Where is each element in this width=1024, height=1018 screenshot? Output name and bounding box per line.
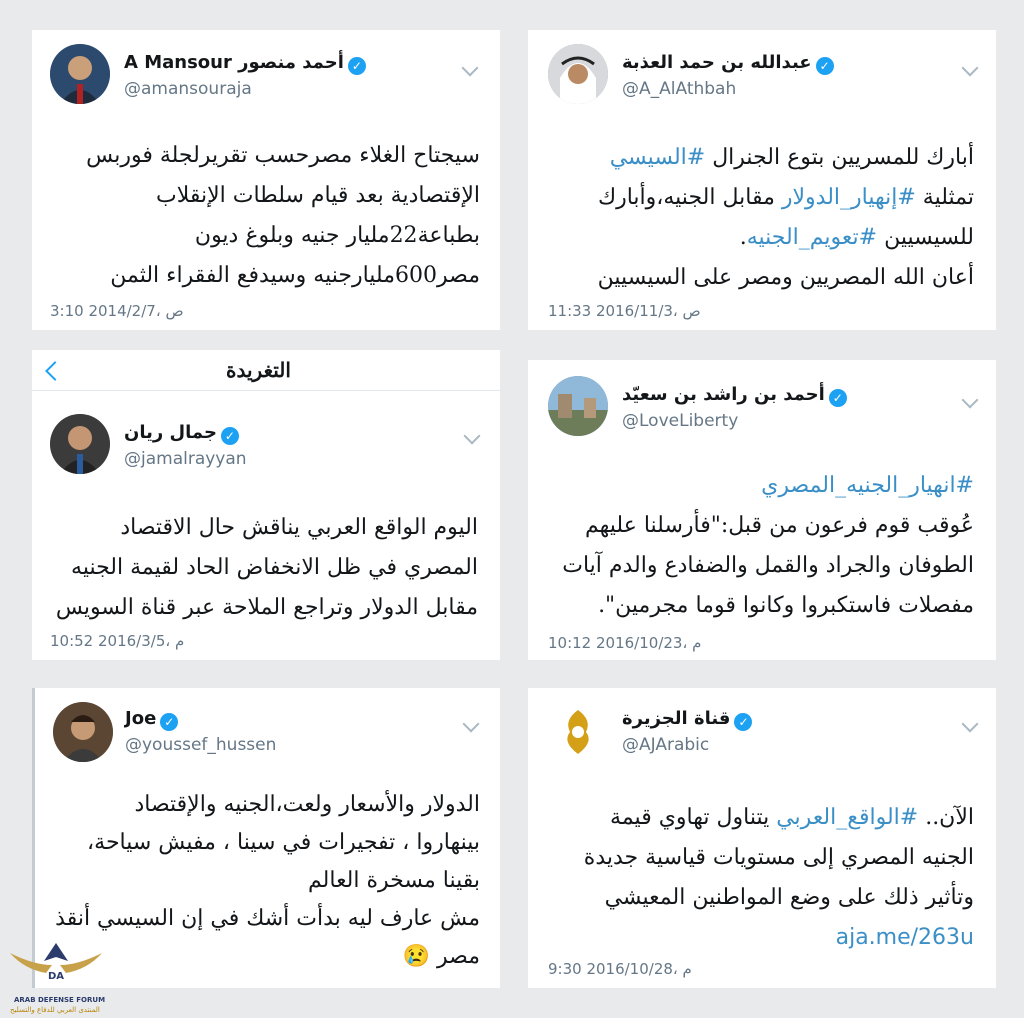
author-name[interactable]: قناة الجزيرة [622,708,730,729]
tweet-header: Joe ✓ @youssef_hussen [125,708,276,755]
verified-badge-icon: ✓ [220,427,239,445]
svg-text:DA: DA [48,971,64,982]
chevron-down-icon[interactable] [961,59,979,77]
tweet-line: سيجتاح الغلاء مصرحسب تقريرلجلة فوربس [86,143,480,168]
avatar[interactable] [50,414,110,474]
verified-badge-icon: ✓ [347,57,366,75]
tweet-card-alathbah[interactable]: عبدالله بن حمد العذبة ✓ @A_AlAthbah أبارك… [528,30,996,330]
tweet-text: الدولار والأسعار ولعت،الجنيه والإقتصاد ب… [40,786,480,976]
tweet-line: اليوم الواقع العربي يناقش حال الاقتصاد [120,515,478,540]
tweet-line: الطوفان والجراد والقمل والضفادع والدم آي… [562,553,974,578]
avatar[interactable] [548,702,608,762]
avatar[interactable] [548,44,608,104]
text-segment: تمثلية [915,185,974,210]
tweet-line: أبارك للمسريين بتوع الجنرال #السيسي [534,138,974,178]
tweet-line: الجنيه المصري إلى مستويات قياسية جديدة [583,845,974,870]
tweet-line: الإقتصادية بعد قيام سلطات الإنقلاب [156,183,480,208]
author-handle[interactable]: @AJArabic [622,735,756,755]
author-name[interactable]: Joe [125,708,156,729]
back-chevron-icon[interactable] [45,361,65,381]
header-divider [32,390,500,391]
text-segment: الآن.. [918,805,974,830]
tweet-line: وتأثير ذلك على وضع المواطنين المعيشي [604,885,974,910]
chevron-down-icon[interactable] [463,427,481,445]
avatar[interactable] [50,44,110,104]
text-segment: يتناول تهاوي قيمة [610,805,777,830]
timestamp[interactable]: 11:33 ص ،2016/11/3 [548,302,701,320]
author-handle[interactable]: @A_AlAthbah [622,79,838,99]
author-name[interactable]: A Mansour أحمد منصور [124,52,344,73]
tweet-text: أبارك للمسريين بتوع الجنرال #السيسي تمثل… [534,138,974,298]
text-segment: مقابل الجنيه،وأبارك [597,185,782,210]
tweet-line: الآن.. #الواقع_العربي يتناول تهاوي قيمة [534,798,974,838]
tweet-line: مصر600مليارجنيه وسيدفع الفقراء الثمن [110,263,480,288]
hashtag-link[interactable]: #الواقع_العربي [776,805,918,830]
tweet-line: تمثلية #إنهيار_الدولار مقابل الجنيه،وأبا… [534,178,974,218]
tweet-card-ajarabic[interactable]: قناة الجزيرة ✓ @AJArabic الآن.. #الواقع_ا… [528,688,996,988]
tweet-line: مقابل الدولار وتراجع الملاحة عبر قناة ال… [55,595,478,620]
tweet-header: قناة الجزيرة ✓ @AJArabic [622,708,756,755]
tweet-line: مصر 😢 [402,944,480,969]
text-segment: . [739,225,747,250]
tweet-line: بينهاروا ، تفجيرات في سينا ، مفيش سياحة، [87,830,480,855]
tweet-line: للسيسيين #تعويم_الجنيه. [534,218,974,258]
tweet-line: المصري في ظل الانخفاض الحاد لقيمة الجنيه [71,555,478,580]
forum-name: ARAB DEFENSE FORUM [14,996,106,1004]
verified-badge-icon: ✓ [160,713,179,731]
text-segment: للسيسيين [877,225,974,250]
tweet-card-jamalrayyan[interactable]: التغريدة جمال ريان ✓ @jamalrayyan اليوم ا… [32,350,500,660]
chevron-down-icon[interactable] [961,715,979,733]
tweet-line: عُوقب قوم فرعون من قبل:"فأرسلنا عليهم [585,513,974,538]
author-handle[interactable]: @LoveLiberty [622,411,851,431]
text-segment: أبارك للمسريين بتوع الجنرال [705,145,974,170]
chevron-down-icon[interactable] [961,391,979,409]
hashtag-link[interactable]: #إنهيار_الدولار [782,185,916,210]
avatar[interactable] [548,376,608,436]
chevron-down-icon[interactable] [461,59,479,77]
verified-badge-icon: ✓ [734,713,753,731]
hashtag-link[interactable]: #انهيار_الجنيه_المصري [534,466,974,506]
tweet-line: بطباعة22مليار جنيه وبلوغ ديون [194,223,480,248]
timestamp[interactable]: 10:52 م ،2016/3/5 [50,632,184,650]
tweet-text: اليوم الواقع العربي يناقش حال الاقتصاد ا… [38,508,478,628]
tweet-line: بقينا مسخرة العالم [308,868,480,893]
tweet-header: A Mansour أحمد منصور ✓ @amansouraja [124,52,370,99]
tweet-text: سيجتاح الغلاء مصرحسب تقريرلجلة فوربس الإ… [40,136,480,296]
tweet-text: #انهيار_الجنيه_المصري عُوقب قوم فرعون من… [534,466,974,626]
chevron-down-icon[interactable] [462,715,480,733]
link[interactable]: aja.me/263u [534,918,974,958]
author-name[interactable]: عبدالله بن حمد العذبة [622,52,812,73]
tweet-header: أحمد بن راشد بن سعيّد ✓ @LoveLiberty [622,384,851,431]
author-handle[interactable]: @amansouraja [124,79,370,99]
author-name[interactable]: أحمد بن راشد بن سعيّد [622,384,825,405]
timestamp[interactable]: 10:12 م ،2016/10/23 [548,634,701,652]
tweet-card-loveliberty[interactable]: أحمد بن راشد بن سعيّد ✓ @LoveLiberty #انه… [528,360,996,660]
tweet-header: عبدالله بن حمد العذبة ✓ @A_AlAthbah [622,52,838,99]
timestamp[interactable]: 3:10 ص ،2014/2/7 [50,302,184,320]
author-handle[interactable]: @jamalrayyan [124,449,247,469]
hashtag-link[interactable]: #السيسي [610,145,705,170]
tweet-line: مفصلات فاستكبروا وكانوا قوما مجرمين". [598,593,974,618]
tweet-detail-title: التغريدة [226,358,291,382]
timestamp[interactable]: 9:30 م ،2016/10/28 [548,960,692,978]
tweet-line: أعان الله المصريين ومصر على السيسيين [597,265,974,290]
verified-badge-icon: ✓ [815,57,834,75]
tweet-line: الدولار والأسعار ولعت،الجنيه والإقتصاد [134,792,480,817]
tweet-text: الآن.. #الواقع_العربي يتناول تهاوي قيمة … [534,798,974,958]
author-handle[interactable]: @youssef_hussen [125,735,276,755]
tweet-line: مش عارف ليه بدأت أشك في إن السيسي أنقذ [55,906,480,931]
author-name[interactable]: جمال ريان [124,422,217,443]
tweet-card-mansour[interactable]: A Mansour أحمد منصور ✓ @amansouraja سيجتا… [32,30,500,330]
tweet-header: جمال ريان ✓ @jamalrayyan [124,422,247,469]
hashtag-link[interactable]: #تعويم_الجنيه [747,225,877,250]
verified-badge-icon: ✓ [828,389,847,407]
forum-subtitle: المنتدى العربي للدفاع والتسليح [10,1006,100,1014]
avatar[interactable] [53,702,113,762]
